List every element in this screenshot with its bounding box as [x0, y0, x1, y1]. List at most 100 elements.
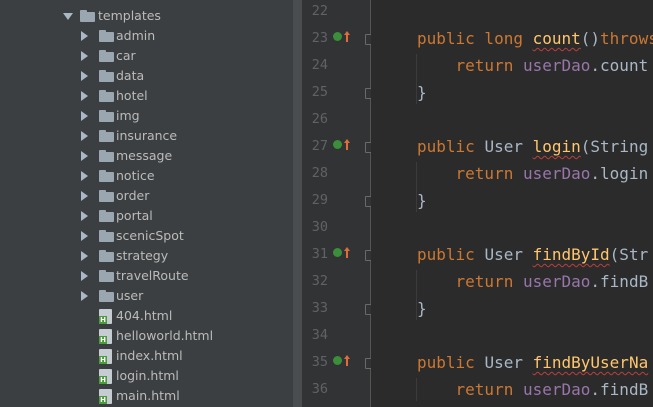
line-number: 27	[311, 138, 328, 154]
collapse-arrow-icon[interactable]	[81, 211, 88, 221]
folder-icon	[99, 50, 114, 62]
code-token: }	[417, 83, 427, 102]
tree-item-img[interactable]: img	[0, 106, 293, 126]
code-token: userDao	[522, 164, 591, 183]
tree-item-label: portal	[116, 208, 153, 223]
code-token: public	[417, 245, 485, 264]
line-number: 33	[311, 300, 328, 316]
tree-item-label: car	[116, 48, 136, 63]
override-gutter-icon[interactable]	[333, 140, 342, 149]
tree-item-label: notice	[116, 168, 155, 183]
tree-item-portal[interactable]: portal	[0, 206, 293, 226]
folder-icon	[99, 150, 114, 162]
collapse-arrow-icon[interactable]	[81, 111, 88, 121]
line-number: 22	[311, 3, 328, 19]
code-token: ()	[580, 29, 601, 48]
folder-icon	[99, 190, 114, 202]
collapse-arrow-icon[interactable]	[81, 31, 88, 41]
folder-icon	[99, 270, 114, 282]
override-gutter-icon[interactable]	[333, 248, 342, 257]
code-token: userDao	[522, 56, 591, 75]
code-token: (String	[580, 137, 649, 156]
code-token: userDao	[522, 272, 591, 291]
code-token: .findB	[590, 272, 649, 291]
line-number: 26	[311, 111, 328, 127]
override-arrow-icon	[344, 139, 350, 150]
code-token: .findB	[590, 380, 649, 399]
html-file-icon: H	[99, 309, 112, 324]
folder-icon	[80, 10, 95, 22]
folder-icon	[99, 230, 114, 242]
folder-icon	[99, 170, 114, 182]
code-line: return userDao.login	[417, 164, 649, 183]
line-number: 36	[311, 381, 328, 397]
code-token: findByUserNa	[532, 353, 649, 372]
tree-item-label: strategy	[116, 248, 169, 263]
code-token: return	[417, 272, 523, 291]
tree-item-car[interactable]: car	[0, 46, 293, 66]
tree-item-templates[interactable]: templates	[0, 6, 293, 26]
tree-item-strategy[interactable]: strategy	[0, 246, 293, 266]
override-gutter-icon[interactable]	[333, 32, 342, 41]
collapse-arrow-icon[interactable]	[81, 171, 88, 181]
collapse-arrow-icon[interactable]	[81, 131, 88, 141]
collapse-arrow-icon[interactable]	[81, 91, 88, 101]
collapse-arrow-icon[interactable]	[81, 151, 88, 161]
code-token: public	[417, 353, 485, 372]
collapse-arrow-icon[interactable]	[81, 231, 88, 241]
code-editor[interactable]: public long count()throws return userDao…	[371, 0, 653, 407]
html-file-icon: H	[99, 349, 112, 364]
tree-item-scenicspot[interactable]: scenicSpot	[0, 226, 293, 246]
code-line: public User findByUserNa	[417, 353, 648, 372]
line-number: 28	[311, 165, 328, 181]
collapse-arrow-icon[interactable]	[81, 191, 88, 201]
line-number: 34	[311, 327, 328, 343]
indent-guide	[416, 162, 417, 212]
code-token: }	[417, 191, 427, 210]
tree-item-order[interactable]: order	[0, 186, 293, 206]
line-number: 35	[311, 354, 328, 370]
tree-item-message[interactable]: message	[0, 146, 293, 166]
tree-item-file[interactable]: H 404.html	[0, 306, 293, 326]
collapse-arrow-icon[interactable]	[81, 291, 88, 301]
collapse-arrow-icon[interactable]	[81, 271, 88, 281]
tree-scrollbar[interactable]	[293, 0, 302, 407]
tree-item-hotel[interactable]: hotel	[0, 86, 293, 106]
code-token: return	[417, 380, 523, 399]
tree-item-label: index.html	[116, 348, 183, 363]
expand-arrow-icon[interactable]	[63, 13, 73, 20]
tree-item-file[interactable]: Hmain.html	[0, 386, 293, 406]
tree-item-label: admin	[116, 28, 156, 43]
override-gutter-icon[interactable]	[333, 356, 342, 365]
tree-item-label: helloworld.html	[116, 328, 214, 343]
line-number: 32	[311, 273, 328, 289]
tree-item-admin[interactable]: admin	[0, 26, 293, 46]
override-arrow-icon	[344, 31, 350, 42]
indent-guide	[416, 378, 417, 401]
override-arrow-icon	[344, 355, 350, 366]
tree-item-travelroute[interactable]: travelRoute	[0, 266, 293, 286]
folder-icon	[99, 210, 114, 222]
override-arrow-icon	[344, 247, 350, 258]
code-line: }	[417, 299, 427, 318]
tree-item-file[interactable]: Hindex.html	[0, 346, 293, 366]
tree-item-user[interactable]: user	[0, 286, 293, 306]
folder-icon	[99, 90, 114, 102]
line-number: 23	[311, 30, 328, 46]
code-line: public long count()throws	[417, 29, 653, 48]
tree-item-notice[interactable]: notice	[0, 166, 293, 186]
collapse-arrow-icon[interactable]	[81, 251, 88, 261]
collapse-arrow-icon[interactable]	[81, 71, 88, 81]
folder-icon	[99, 250, 114, 262]
collapse-arrow-icon[interactable]	[81, 51, 88, 61]
folder-icon	[99, 70, 114, 82]
code-token: findById	[532, 245, 610, 264]
line-number: 29	[311, 192, 328, 208]
tree-item-file[interactable]: Hhelloworld.html	[0, 326, 293, 346]
html-file-icon: H	[99, 369, 112, 384]
tree-item-label: travelRoute	[116, 268, 189, 283]
code-token: count	[532, 29, 581, 48]
tree-item-data[interactable]: data	[0, 66, 293, 86]
tree-item-file[interactable]: Hlogin.html	[0, 366, 293, 386]
tree-item-insurance[interactable]: insurance	[0, 126, 293, 146]
